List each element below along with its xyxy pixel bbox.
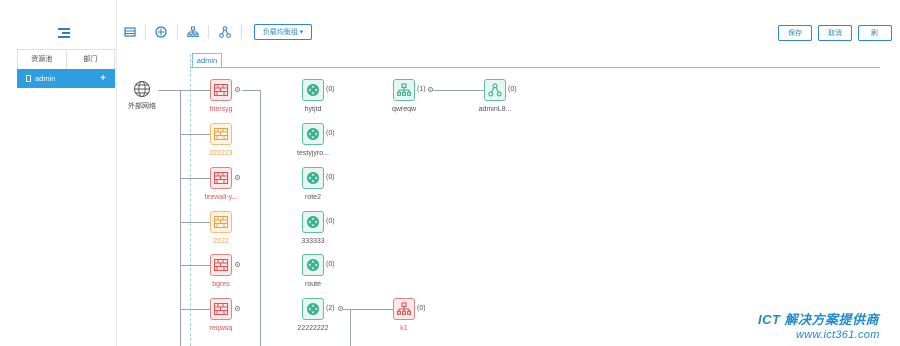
- expand-toggle-icon[interactable]: [235, 262, 240, 267]
- router-label: 22222222: [297, 325, 329, 332]
- toolbar-divider: [241, 25, 242, 39]
- subnet-count: (0): [417, 305, 426, 312]
- firewall-node[interactable]: [210, 167, 232, 189]
- router-node[interactable]: [302, 254, 324, 276]
- connector-line: [180, 265, 210, 266]
- connector-line: [180, 222, 210, 223]
- load-balancer-member-count: (0): [508, 86, 517, 93]
- load-balancer-count: (1): [417, 86, 426, 93]
- router-node[interactable]: [302, 298, 324, 320]
- router-count: (0): [326, 86, 335, 93]
- firewall-label: 222223: [209, 150, 233, 157]
- layers-icon[interactable]: [124, 26, 136, 38]
- firewall-node[interactable]: [210, 123, 232, 145]
- connector-line: [428, 90, 484, 91]
- router-label: route: [305, 281, 321, 288]
- connector-line: [180, 134, 210, 135]
- left-panel: 资源池 部门 admin +: [0, 0, 117, 346]
- load-balancer-label: qwreqw: [391, 106, 417, 113]
- router-count: (0): [326, 261, 335, 268]
- watermark-url: www.ict361.com: [796, 329, 880, 341]
- subnet-tool-icon[interactable]: [187, 26, 199, 38]
- firewall-node[interactable]: [210, 254, 232, 276]
- refresh-button[interactable]: 刷: [858, 25, 892, 41]
- firewall-label: bgres: [212, 281, 230, 288]
- cancel-button[interactable]: 取消: [818, 25, 852, 41]
- connector-line: [350, 309, 351, 346]
- connector-line: [158, 90, 180, 91]
- add-icon[interactable]: +: [100, 69, 106, 88]
- toolbar-divider: [145, 25, 146, 39]
- router-label: testyjyro...: [297, 150, 329, 157]
- connector-line: [180, 309, 210, 310]
- subnet-node[interactable]: [393, 298, 415, 320]
- subnet-label: k1: [400, 325, 408, 332]
- canvas-top-border: [190, 67, 880, 68]
- firewall-label: firewall-y...: [204, 194, 238, 201]
- network-topology-app: 资源池 部门 admin + 负载均衡组 ▾ 保存 取消 刷 admin 外部网…: [0, 0, 900, 346]
- firewall-label: htersyg: [209, 106, 233, 113]
- load-balancer-group-dropdown[interactable]: 负载均衡组 ▾: [254, 24, 312, 40]
- tree-item-label: admin: [35, 74, 56, 83]
- toolbar-divider: [208, 25, 209, 39]
- router-node[interactable]: [302, 123, 324, 145]
- connector-line: [180, 90, 210, 91]
- tab-department[interactable]: 部门: [65, 50, 115, 70]
- load-balancer-node[interactable]: [393, 79, 415, 101]
- router-node[interactable]: [302, 167, 324, 189]
- share-tool-icon[interactable]: [219, 26, 231, 38]
- connector-line: [260, 90, 261, 346]
- expand-toggle-icon[interactable]: [235, 175, 240, 180]
- firewall-node[interactable]: [210, 79, 232, 101]
- globe-icon[interactable]: [133, 80, 151, 98]
- watermark-title: ICT 解决方案提供商: [758, 312, 880, 327]
- expand-toggle-icon[interactable]: [235, 306, 240, 311]
- collapse-menu-icon[interactable]: [58, 28, 70, 38]
- toolbar-divider: [177, 25, 178, 39]
- router-count: (0): [326, 218, 335, 225]
- load-balancer-member-label: adminL8...: [478, 106, 512, 113]
- router-count: (0): [326, 174, 335, 181]
- tab-resource-pool[interactable]: 资源池: [18, 50, 66, 70]
- router-label: rote2: [305, 194, 321, 201]
- canvas-tab-admin[interactable]: admin: [192, 53, 222, 67]
- router-label: hytjtd: [304, 106, 322, 113]
- external-network-label: 外部网络: [128, 103, 156, 110]
- router-count: (0): [326, 130, 335, 137]
- connector-line: [180, 90, 181, 346]
- router-count: (2): [326, 305, 335, 312]
- expand-toggle-icon[interactable]: [338, 306, 343, 311]
- router-node[interactable]: [302, 79, 324, 101]
- document-icon: [26, 75, 31, 82]
- router-node[interactable]: [302, 211, 324, 233]
- router-tool-icon[interactable]: [155, 26, 167, 38]
- sidebar-tabs: 资源池 部门: [17, 49, 115, 70]
- expand-toggle-icon[interactable]: [428, 87, 433, 92]
- firewall-label: 2222: [213, 238, 229, 245]
- save-button[interactable]: 保存: [778, 25, 812, 41]
- load-balancer-member-node[interactable]: [484, 79, 506, 101]
- firewall-label: reqwsq: [209, 325, 233, 332]
- connector-line: [180, 178, 210, 179]
- router-label: 333333: [301, 238, 325, 245]
- tree-item-admin[interactable]: admin +: [17, 69, 115, 88]
- expand-toggle-icon[interactable]: [235, 87, 240, 92]
- connector-line: [242, 90, 260, 91]
- firewall-node[interactable]: [210, 211, 232, 233]
- firewall-node[interactable]: [210, 298, 232, 320]
